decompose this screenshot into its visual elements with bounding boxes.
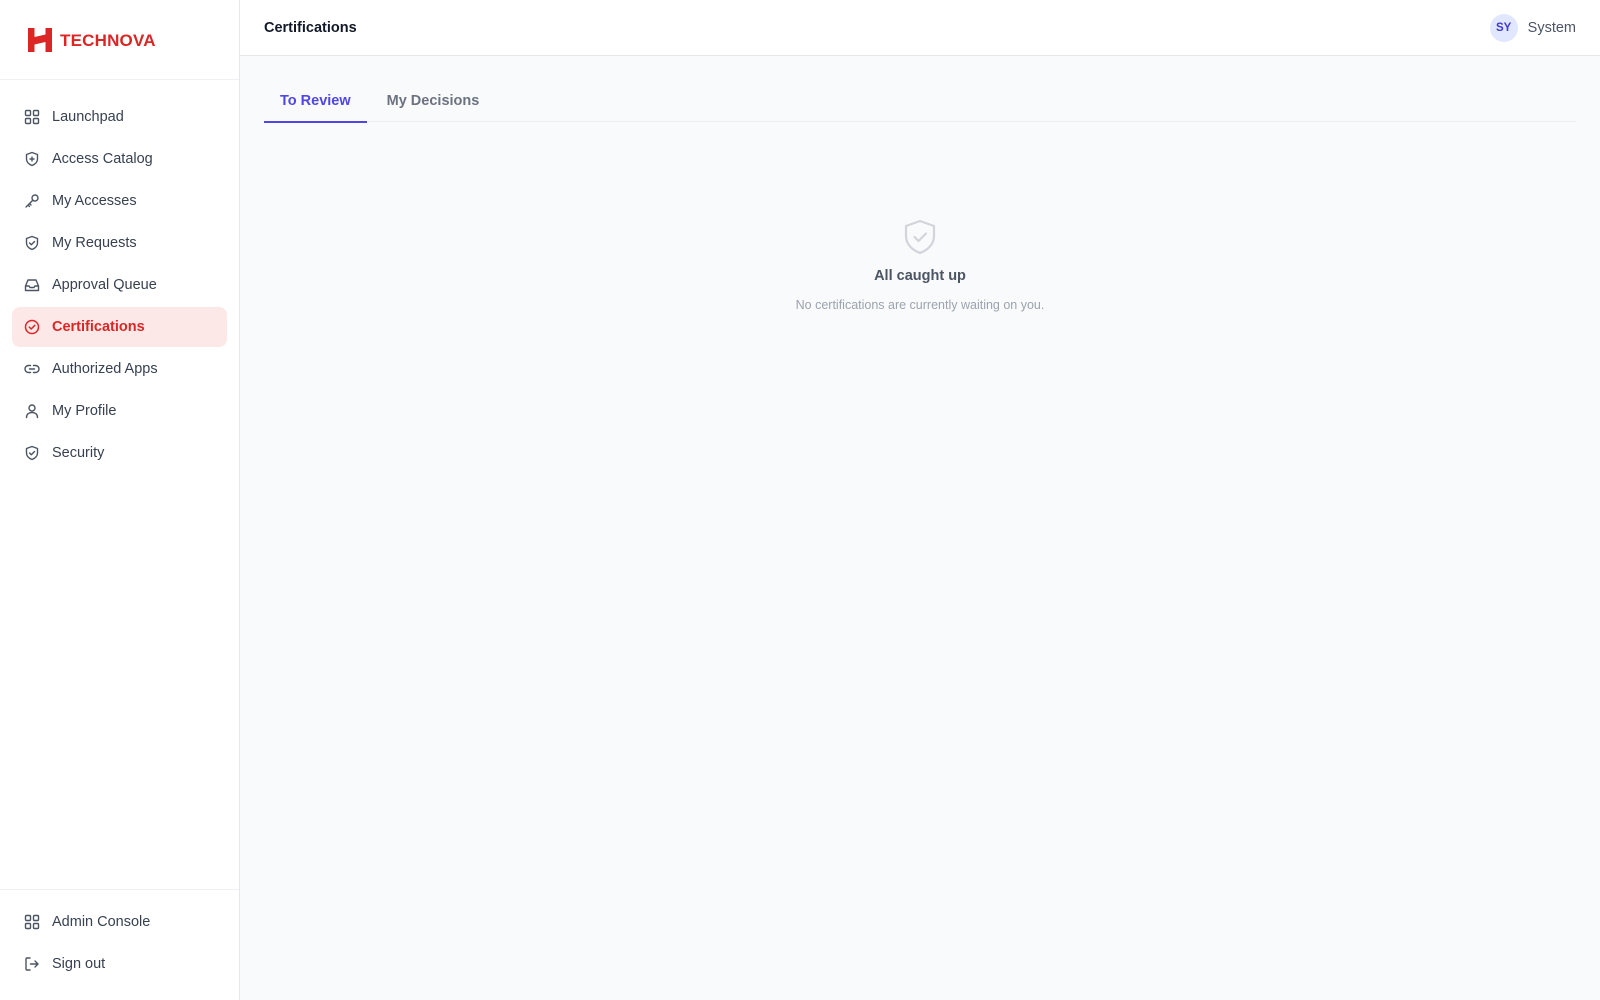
sidebar-item-approval-queue[interactable]: Approval Queue	[12, 265, 227, 305]
link-icon	[24, 361, 40, 377]
sidebar-item-label: Sign out	[52, 956, 106, 972]
tab-bar: To Review My Decisions	[264, 80, 1576, 123]
sidebar-bottom: Admin Console Sign out	[0, 889, 239, 986]
sidebar-item-label: Approval Queue	[52, 277, 157, 293]
brand-logo[interactable]: TECHNOVA	[0, 0, 239, 80]
sidebar-item-security[interactable]: Security	[12, 433, 227, 473]
sidebar-item-certifications[interactable]: Certifications	[12, 307, 227, 347]
empty-state: All caught up No certifications are curr…	[264, 218, 1576, 312]
page-title: Certifications	[264, 19, 357, 36]
brand-name: TECHNOVA	[60, 30, 156, 50]
sidebar-item-label: Certifications	[52, 319, 145, 335]
sidebar-item-label: Authorized Apps	[52, 361, 158, 377]
sign-out-icon	[24, 956, 40, 972]
sign-out-button[interactable]: Sign out	[12, 944, 227, 984]
sidebar-item-label: My Requests	[52, 235, 137, 251]
shield-check-icon	[24, 445, 40, 461]
sidebar-nav: Launchpad Access Catalog My Accesses My …	[12, 97, 227, 475]
sidebar-item-launchpad[interactable]: Launchpad	[12, 97, 227, 137]
technova-logo-icon	[27, 27, 53, 53]
sidebar-item-label: My Profile	[52, 403, 117, 419]
sidebar-item-label: My Accesses	[52, 193, 137, 209]
user-menu[interactable]: SY System	[1489, 13, 1576, 42]
sidebar-item-label: Security	[52, 445, 105, 461]
user-name: System	[1527, 19, 1576, 36]
top-header: Certifications SY System	[240, 0, 1600, 56]
inbox-icon	[24, 277, 40, 293]
app-root: TECHNOVA Launchpad Access Catalog My Acc…	[0, 0, 1600, 1000]
circle-check-icon	[24, 319, 40, 335]
shield-check-icon	[24, 235, 40, 251]
key-icon	[24, 193, 40, 209]
shield-plus-icon	[24, 151, 40, 167]
sidebar-item-label: Admin Console	[52, 914, 151, 930]
sidebar-item-authorized-apps[interactable]: Authorized Apps	[12, 349, 227, 389]
main-content: To Review My Decisions All caught up No …	[240, 56, 1600, 1000]
empty-state-title: All caught up	[874, 268, 966, 284]
sidebar-item-my-requests[interactable]: My Requests	[12, 223, 227, 263]
sidebar-item-access-catalog[interactable]: Access Catalog	[12, 139, 227, 179]
tab-to-review[interactable]: To Review	[264, 80, 367, 123]
tab-my-decisions[interactable]: My Decisions	[371, 80, 496, 122]
sidebar-item-label: Launchpad	[52, 109, 124, 125]
sidebar: TECHNOVA Launchpad Access Catalog My Acc…	[0, 0, 240, 1000]
grid-icon	[24, 914, 40, 930]
sidebar-item-my-profile[interactable]: My Profile	[12, 391, 227, 431]
sidebar-item-my-accesses[interactable]: My Accesses	[12, 181, 227, 221]
sidebar-item-label: Access Catalog	[52, 151, 153, 167]
avatar: SY	[1489, 13, 1518, 42]
shield-check-icon	[901, 218, 939, 256]
user-icon	[24, 403, 40, 419]
grid-icon	[24, 109, 40, 125]
empty-state-message: No certifications are currently waiting …	[795, 298, 1045, 312]
sidebar-item-admin-console[interactable]: Admin Console	[12, 902, 227, 942]
